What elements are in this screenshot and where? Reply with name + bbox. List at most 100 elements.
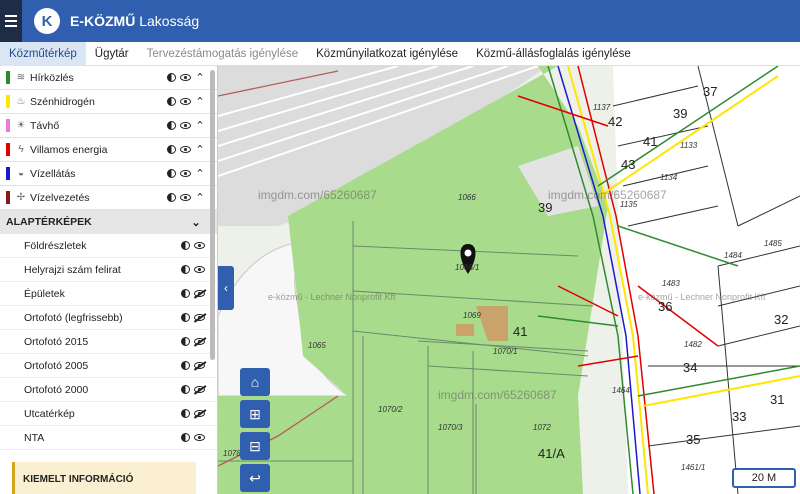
house-number-label: 31: [770, 392, 784, 407]
contrast-icon[interactable]: [181, 337, 190, 346]
base-layer-row[interactable]: Földrészletek: [0, 234, 217, 258]
house-number-label: 41: [643, 134, 657, 149]
house-number-label: 35: [686, 432, 700, 447]
parcel-number-label: 1066: [458, 193, 476, 202]
utility-layer-label: Vízellátás: [30, 167, 76, 180]
app-subtitle: Lakosság: [139, 13, 200, 29]
contrast-icon[interactable]: [181, 241, 190, 250]
chevron-up-icon[interactable]: ⌃: [195, 191, 205, 204]
eye-icon[interactable]: [180, 74, 191, 81]
contrast-icon[interactable]: [181, 313, 190, 322]
sun-icon: ☀: [16, 120, 26, 131]
eye-icon[interactable]: [180, 170, 191, 177]
utility-layer-label: Távhő: [30, 119, 60, 132]
contrast-icon[interactable]: [167, 97, 176, 106]
back-button[interactable]: ↩: [240, 464, 270, 492]
contrast-icon[interactable]: [181, 433, 190, 442]
eye-off-icon[interactable]: [194, 290, 205, 297]
base-layer-row[interactable]: Ortofotó 2015: [0, 330, 217, 354]
watermark: imgdm.com/65260687: [438, 388, 557, 402]
drop-icon: ◒: [17, 168, 25, 179]
collapse-sidebar-button[interactable]: ‹: [218, 266, 234, 310]
eye-icon[interactable]: [180, 98, 191, 105]
wifi-icon: ≋: [16, 72, 26, 83]
eye-icon[interactable]: [180, 146, 191, 153]
contrast-icon[interactable]: [181, 289, 190, 298]
home-button[interactable]: ⌂: [240, 368, 270, 396]
eye-icon[interactable]: [194, 242, 205, 249]
chevron-up-icon[interactable]: ⌃: [195, 95, 205, 108]
parcel-number-label: 1065: [308, 341, 326, 350]
eye-icon[interactable]: [180, 122, 191, 129]
tab-tervezestamogatas: Tervezéstámogatás igénylése: [146, 47, 299, 60]
layer-color-swatch: [6, 119, 10, 132]
base-maps-header[interactable]: ALAPTÉRKÉPEK ⌄: [0, 210, 217, 234]
chevron-up-icon[interactable]: ⌃: [195, 143, 205, 156]
zoom-in-button[interactable]: ⊞: [240, 400, 270, 428]
parcel-number-label: 1072: [533, 423, 551, 432]
app-logo: K: [34, 8, 60, 34]
chevron-up-icon[interactable]: ⌃: [195, 71, 205, 84]
tab-ugytar[interactable]: Ügytár: [86, 42, 138, 66]
menu-icon[interactable]: [0, 0, 22, 42]
base-layer-row[interactable]: Ortofotó (legfrissebb): [0, 306, 217, 330]
contrast-icon[interactable]: [167, 193, 176, 202]
map-view[interactable]: 1066 1069 1065 1070/1 1070/2 1070/3 1072 1078 11…: [218, 66, 800, 494]
eye-icon[interactable]: [194, 266, 205, 273]
parcel-number-label: 1483: [662, 279, 680, 288]
eye-off-icon[interactable]: [194, 314, 205, 321]
zoom-out-button[interactable]: ⊟: [240, 432, 270, 460]
base-layer-row[interactable]: Ortofotó 2000: [0, 378, 217, 402]
utility-layer-row[interactable]: ✢ Vízelvezetés ⌃: [0, 186, 217, 210]
contrast-icon[interactable]: [181, 265, 190, 274]
house-number-label: 43: [621, 157, 635, 172]
chevron-up-icon[interactable]: ⌃: [195, 119, 205, 132]
parcel-number-label: 1070/1: [493, 347, 517, 356]
home-icon: ⌂: [250, 374, 260, 390]
house-number-label: 42: [608, 114, 622, 129]
utility-layer-row[interactable]: ϟ Villamos energia ⌃: [0, 138, 217, 162]
eye-off-icon[interactable]: [194, 386, 205, 393]
contrast-icon[interactable]: [167, 121, 176, 130]
eye-off-icon[interactable]: [194, 410, 205, 417]
chevron-down-icon[interactable]: ⌄: [191, 216, 201, 229]
utility-layer-row[interactable]: ◒ Vízellátás ⌃: [0, 162, 217, 186]
contrast-icon[interactable]: [181, 385, 190, 394]
sidebar-scrollbar[interactable]: [210, 70, 215, 360]
tab-kozmuterkep[interactable]: Közműtérkép: [0, 41, 86, 66]
eye-icon[interactable]: [180, 194, 191, 201]
base-layer-label: Utcatérkép: [24, 407, 75, 420]
contrast-icon[interactable]: [181, 409, 190, 418]
base-layer-row[interactable]: NTA: [0, 426, 217, 450]
base-layer-row[interactable]: Utcatérkép: [0, 402, 217, 426]
highlight-info-box: KIEMELT INFORMÁCIÓ: [12, 462, 196, 494]
eye-off-icon[interactable]: [194, 338, 205, 345]
contrast-icon[interactable]: [181, 361, 190, 370]
base-layer-row[interactable]: Ortofotó 2005: [0, 354, 217, 378]
base-layer-label: Helyrajzi szám felirat: [24, 263, 121, 276]
base-layer-label: Ortofotó 2005: [24, 359, 89, 372]
tab-kozmu-allasfoglalas[interactable]: Közmű-állásfoglalás igénylése: [467, 42, 640, 66]
highlight-info-title: KIEMELT INFORMÁCIÓ: [23, 474, 134, 485]
eye-icon[interactable]: [194, 434, 205, 441]
app-name: E-KÖZMŰ: [70, 13, 136, 29]
contrast-icon[interactable]: [167, 169, 176, 178]
utility-layer-label: Hírközlés: [30, 71, 74, 84]
contrast-icon[interactable]: [167, 145, 176, 154]
utility-layer-row[interactable]: ≋ Hírközlés ⌃: [0, 66, 217, 90]
watermark: imgdm.com/65260687: [548, 188, 667, 202]
tab-kozmunyilatkozat[interactable]: Közműnyilatkozat igénylése: [307, 42, 467, 66]
chevron-up-icon[interactable]: ⌃: [195, 167, 205, 180]
map-canvas[interactable]: 1066 1069 1065 1070/1 1070/2 1070/3 1072 1078 11…: [218, 66, 800, 494]
utility-layer-row[interactable]: ☀ Távhő ⌃: [0, 114, 217, 138]
parcel-number-label: 1133: [680, 141, 698, 150]
utility-layer-label: Villamos energia: [30, 143, 108, 156]
contrast-icon[interactable]: [167, 73, 176, 82]
utility-layer-row[interactable]: ♨ Szénhidrogén ⌃: [0, 90, 217, 114]
utility-layer-label: Vízelvezetés: [30, 191, 90, 204]
house-number-label: 41/A: [538, 446, 565, 461]
scale-indicator: 20 M: [732, 468, 796, 488]
eye-off-icon[interactable]: [194, 362, 205, 369]
base-layer-row[interactable]: Épületek: [0, 282, 217, 306]
base-layer-row[interactable]: Helyrajzi szám felirat: [0, 258, 217, 282]
